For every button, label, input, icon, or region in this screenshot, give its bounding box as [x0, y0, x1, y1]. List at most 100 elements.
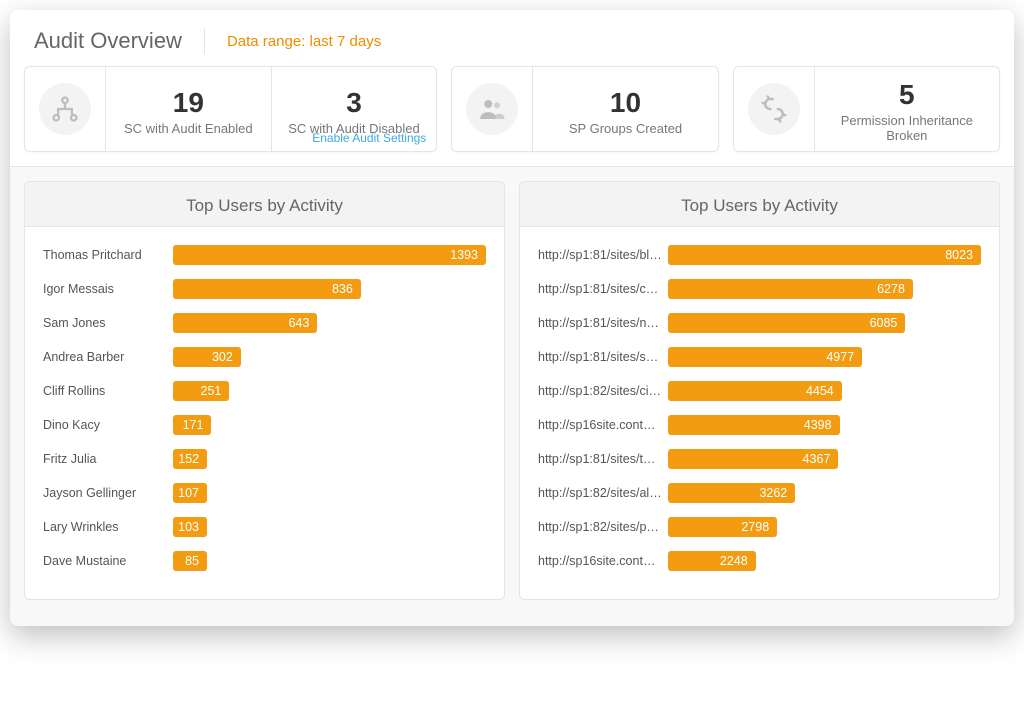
- bar-row: http://sp1:82/sites/city...4454: [538, 377, 981, 405]
- bar-row: http://sp16site.contoso...4398: [538, 411, 981, 439]
- bar-track: 171: [173, 415, 486, 435]
- stat-value: 19: [173, 89, 204, 117]
- bar-track: 1393: [173, 245, 486, 265]
- bar-fill: 643: [173, 313, 317, 333]
- bar-fill: 152: [173, 449, 207, 469]
- broken-link-icon-wrap: [734, 67, 814, 151]
- broken-link-icon: [748, 83, 800, 135]
- bar-track: 836: [173, 279, 486, 299]
- bar-label: Cliff Rollins: [43, 384, 173, 398]
- users-icon-wrap: [452, 67, 532, 151]
- bar-label: Jayson Gellinger: [43, 486, 173, 500]
- inheritance-broken-card: 5 Permission Inheritance Broken: [733, 66, 1000, 152]
- bar-fill: 6085: [668, 313, 905, 333]
- chart-title: Top Users by Activity: [520, 182, 999, 227]
- bar-fill: 251: [173, 381, 229, 401]
- bar-label: Thomas Pritchard: [43, 248, 173, 262]
- bar-label: http://sp1:82/sites/pmd: [538, 520, 668, 534]
- bar-label: http://sp1:82/sites/city...: [538, 384, 668, 398]
- chart-top-users: Top Users by Activity Thomas Pritchard13…: [24, 181, 505, 600]
- bar-label: http://sp1:81/sites/the-p...: [538, 452, 668, 466]
- stat-label: SC with Audit Enabled: [124, 121, 253, 136]
- bar-fill: 302: [173, 347, 241, 367]
- data-range: Data range: last 7 days: [205, 33, 381, 50]
- bar-track: 643: [173, 313, 486, 333]
- bar-fill: 1393: [173, 245, 486, 265]
- bar-fill: 4398: [668, 415, 840, 435]
- page-title: Audit Overview: [34, 28, 205, 54]
- bar-row: Sam Jones643: [43, 309, 486, 337]
- bar-label: Fritz Julia: [43, 452, 173, 466]
- bar-label: Dino Kacy: [43, 418, 173, 432]
- bar-row: http://sp1:81/sites/cons...6278: [538, 275, 981, 303]
- bar-label: Andrea Barber: [43, 350, 173, 364]
- bar-track: 4367: [668, 449, 981, 469]
- bar-row: Andrea Barber302: [43, 343, 486, 371]
- bar-track: 103: [173, 517, 486, 537]
- charts-row: Top Users by Activity Thomas Pritchard13…: [10, 167, 1014, 614]
- hierarchy-icon-wrap: [25, 67, 105, 151]
- bar-fill: 3262: [668, 483, 795, 503]
- bar-label: http://sp16site.contoso...: [538, 554, 668, 568]
- bar-label: http://sp1:82/sites/alpin...: [538, 486, 668, 500]
- stat-value: 5: [899, 81, 915, 109]
- enable-audit-settings-link[interactable]: Enable Audit Settings: [312, 131, 426, 145]
- bar-fill: 171: [173, 415, 211, 435]
- bar-track: 4398: [668, 415, 981, 435]
- bar-track: 8023: [668, 245, 981, 265]
- bar-fill: 6278: [668, 279, 913, 299]
- bar-fill: 4454: [668, 381, 842, 401]
- bar-label: http://sp1:81/sites/cons...: [538, 282, 668, 296]
- bar-row: Dino Kacy171: [43, 411, 486, 439]
- bar-fill: 4367: [668, 449, 838, 469]
- bar-row: http://sp1:82/sites/pmd2798: [538, 513, 981, 541]
- bar-label: http://sp16site.contoso...: [538, 418, 668, 432]
- bar-label: Lary Wrinkles: [43, 520, 173, 534]
- audit-status-card: 19 SC with Audit Enabled 3 SC with Audit…: [24, 66, 437, 152]
- bar-label: http://sp1:81/sites/blue...: [538, 248, 668, 262]
- bar-row: http://sp1:82/sites/alpin...3262: [538, 479, 981, 507]
- audit-overview-panel: Audit Overview Data range: last 7 days 1…: [10, 10, 1014, 626]
- bar-row: http://sp1:81/sites/nort...6085: [538, 309, 981, 337]
- chart-body: Thomas Pritchard1393 Igor Messais836 Sam J…: [25, 227, 504, 599]
- bar-track: 3262: [668, 483, 981, 503]
- bar-row: Cliff Rollins251: [43, 377, 486, 405]
- bar-fill: 107: [173, 483, 207, 503]
- bar-track: 2248: [668, 551, 981, 571]
- bar-row: Jayson Gellinger107: [43, 479, 486, 507]
- bar-row: Igor Messais836: [43, 275, 486, 303]
- bar-track: 6085: [668, 313, 981, 333]
- stat-inheritance-broken: 5 Permission Inheritance Broken: [814, 67, 999, 151]
- bar-track: 6278: [668, 279, 981, 299]
- bar-fill: 85: [173, 551, 207, 571]
- stat-audit-disabled: 3 SC with Audit Disabled Enable Audit Se…: [271, 67, 437, 151]
- stat-groups-created: 10 SP Groups Created: [532, 67, 717, 151]
- chart-title: Top Users by Activity: [25, 182, 504, 227]
- stat-audit-enabled: 19 SC with Audit Enabled: [105, 67, 271, 151]
- bar-track: 2798: [668, 517, 981, 537]
- bar-track: 107: [173, 483, 486, 503]
- bar-fill: 8023: [668, 245, 981, 265]
- bar-label: Igor Messais: [43, 282, 173, 296]
- bar-row: Thomas Pritchard1393: [43, 241, 486, 269]
- groups-created-card: 10 SP Groups Created: [451, 66, 718, 152]
- bar-fill: 103: [173, 517, 207, 537]
- bar-row: http://sp1:81/sites/blue...8023: [538, 241, 981, 269]
- hierarchy-icon: [39, 83, 91, 135]
- bar-label: Sam Jones: [43, 316, 173, 330]
- bar-row: Fritz Julia152: [43, 445, 486, 473]
- stat-label: Permission Inheritance Broken: [837, 113, 977, 143]
- bar-label: Dave Mustaine: [43, 554, 173, 568]
- users-icon: [466, 83, 518, 135]
- bar-track: 152: [173, 449, 486, 469]
- bar-fill: 836: [173, 279, 361, 299]
- bar-track: 4454: [668, 381, 981, 401]
- stat-value: 10: [610, 89, 641, 117]
- bar-fill: 2798: [668, 517, 777, 537]
- bar-row: http://sp1:81/sites/scho...4977: [538, 343, 981, 371]
- stats-row: 19 SC with Audit Enabled 3 SC with Audit…: [10, 66, 1014, 167]
- bar-label: http://sp1:81/sites/nort...: [538, 316, 668, 330]
- bar-label: http://sp1:81/sites/scho...: [538, 350, 668, 364]
- bar-fill: 2248: [668, 551, 756, 571]
- bar-row: http://sp16site.contoso...2248: [538, 547, 981, 575]
